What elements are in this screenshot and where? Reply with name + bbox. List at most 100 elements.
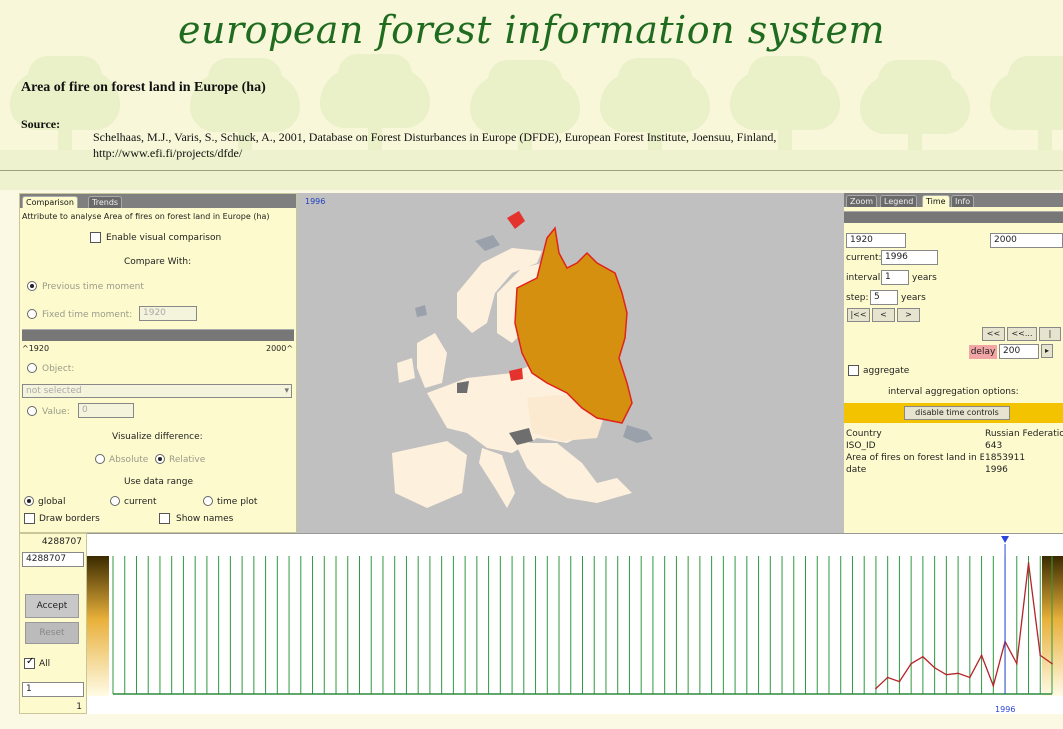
value-input[interactable]: 0 bbox=[78, 403, 134, 418]
tab-comparison[interactable]: Comparison bbox=[22, 196, 78, 208]
chevron-down-icon: ▾ bbox=[284, 386, 289, 396]
current-label: current: bbox=[846, 253, 882, 263]
delay-up-button[interactable]: ▸ bbox=[1041, 344, 1053, 358]
series-point-1990 bbox=[933, 666, 936, 669]
series-line bbox=[875, 562, 1053, 689]
rewind-button[interactable]: << bbox=[982, 327, 1005, 341]
color-scale-left bbox=[87, 556, 109, 696]
object-select[interactable]: not selected ▾ bbox=[22, 384, 292, 398]
current-range-radio[interactable] bbox=[110, 496, 120, 506]
step-input[interactable]: 5 bbox=[870, 290, 898, 305]
tab-trends[interactable]: Trends bbox=[88, 196, 123, 208]
reset-button[interactable]: Reset bbox=[25, 622, 79, 644]
info-key-area: Area of fires on forest land in Europe bbox=[846, 453, 984, 463]
aggregate-checkbox[interactable] bbox=[848, 365, 859, 376]
time-plot-chart[interactable] bbox=[87, 534, 1063, 714]
time-plot-controls: 4288707 4288707 Accept Reset All 1 1 bbox=[19, 533, 87, 714]
min-value-label: 1 bbox=[76, 702, 82, 712]
current-year-axis-label: 1996 bbox=[995, 705, 1016, 714]
time-slider[interactable] bbox=[844, 211, 1063, 223]
compare-with-label: Compare With: bbox=[124, 257, 192, 267]
enable-visual-comparison-checkbox[interactable] bbox=[90, 232, 101, 243]
max-value-input[interactable]: 4288707 bbox=[22, 552, 84, 567]
accept-button[interactable]: Accept bbox=[25, 594, 79, 618]
series-point-1995 bbox=[992, 684, 995, 687]
source-citation-text: Schelhaas, M.J., Varis, S., Schuck, A., … bbox=[93, 130, 777, 144]
aggregate-label: aggregate bbox=[863, 366, 910, 376]
global-range-radio[interactable] bbox=[24, 496, 34, 506]
series-point-1987 bbox=[898, 680, 901, 683]
series-point-1998 bbox=[1027, 562, 1030, 564]
use-data-range-label: Use data range bbox=[124, 477, 193, 487]
previous-time-label: Previous time moment bbox=[42, 282, 144, 292]
map-region-denmark bbox=[457, 381, 469, 393]
right-tabbar: Zoom Legend Time Info bbox=[844, 193, 1063, 207]
visualize-difference-label: Visualize difference: bbox=[112, 432, 203, 442]
series-point-1992 bbox=[957, 672, 959, 675]
prev-button[interactable]: < bbox=[872, 308, 895, 322]
end-year-input[interactable]: 2000 bbox=[990, 233, 1063, 248]
relative-radio[interactable] bbox=[155, 454, 165, 464]
map-region-uk bbox=[417, 333, 447, 388]
delay-input[interactable]: 200 bbox=[999, 344, 1039, 359]
current-year-input[interactable]: 1996 bbox=[881, 250, 938, 265]
slider-min-label: ^1920 bbox=[22, 344, 50, 353]
step-unit: years bbox=[901, 293, 926, 303]
disable-time-controls-button[interactable]: disable time controls bbox=[904, 406, 1010, 420]
fixed-time-radio[interactable] bbox=[27, 309, 37, 319]
draw-borders-label: Draw borders bbox=[39, 514, 100, 524]
series-point-2000 bbox=[1051, 662, 1053, 665]
source-link[interactable]: http://www.efi.fi/projects/dfde/ bbox=[93, 146, 242, 160]
fixed-time-label: Fixed time moment: bbox=[42, 310, 133, 320]
start-year-input[interactable]: 1920 bbox=[846, 233, 906, 248]
map-view[interactable]: 1996 bbox=[297, 193, 844, 533]
map-region-belarus bbox=[509, 368, 523, 381]
interval-input[interactable]: 1 bbox=[881, 270, 909, 285]
time-plot[interactable]: 1996 bbox=[87, 533, 1063, 714]
time-range-slider[interactable] bbox=[22, 329, 294, 341]
map-region-faroe bbox=[415, 305, 427, 317]
site-header: european forest information system Area … bbox=[0, 0, 1063, 190]
object-label: Object: bbox=[42, 364, 75, 374]
next-button[interactable]: > bbox=[897, 308, 920, 322]
tab-info[interactable]: Info bbox=[951, 195, 975, 207]
previous-time-radio[interactable] bbox=[27, 281, 37, 291]
all-label: All bbox=[39, 659, 51, 669]
draw-borders-checkbox[interactable] bbox=[24, 513, 35, 524]
interval-label: interval: bbox=[846, 273, 884, 283]
tab-legend[interactable]: Legend bbox=[880, 195, 918, 207]
all-checkbox[interactable] bbox=[24, 656, 35, 669]
source-label: Source: bbox=[21, 117, 61, 131]
min-value-input[interactable]: 1 bbox=[22, 682, 84, 697]
value-label: Value: bbox=[42, 407, 70, 417]
series-point-1994 bbox=[980, 654, 983, 657]
value-radio[interactable] bbox=[27, 406, 37, 416]
tab-time[interactable]: Time bbox=[922, 195, 950, 207]
play-back-button[interactable]: <<... bbox=[1007, 327, 1037, 341]
absolute-label: Absolute bbox=[109, 455, 149, 465]
info-key-date: date bbox=[846, 465, 867, 475]
first-button[interactable]: |<< bbox=[847, 308, 870, 322]
info-value-date: 1996 bbox=[985, 465, 1008, 475]
map-region-ireland bbox=[397, 358, 415, 383]
slider-max-label: 2000^ bbox=[266, 344, 294, 353]
time-control-panel: Zoom Legend Time Info 1920 2000 current:… bbox=[844, 193, 1063, 533]
absolute-radio[interactable] bbox=[95, 454, 105, 464]
tab-zoom[interactable]: Zoom bbox=[846, 195, 878, 207]
time-plot-range-label: time plot bbox=[217, 497, 258, 507]
source-citation: Schelhaas, M.J., Varis, S., Schuck, A., … bbox=[93, 129, 993, 161]
stop-button[interactable]: | bbox=[1039, 327, 1061, 341]
object-radio[interactable] bbox=[27, 363, 37, 373]
info-key-iso: ISO_ID bbox=[846, 441, 876, 451]
page-title: Area of fire on forest land in Europe (h… bbox=[21, 80, 266, 95]
interval-unit: years bbox=[912, 273, 937, 283]
relative-label: Relative bbox=[169, 455, 206, 465]
map-region-italy bbox=[479, 448, 515, 508]
map-region-balkans bbox=[515, 443, 632, 503]
map-region-iceland bbox=[475, 235, 500, 251]
fixed-time-input[interactable]: 1920 bbox=[139, 306, 197, 321]
info-key-country: Country bbox=[846, 429, 882, 439]
show-names-checkbox[interactable] bbox=[159, 513, 170, 524]
time-plot-range-radio[interactable] bbox=[203, 496, 213, 506]
europe-map[interactable] bbox=[297, 193, 844, 533]
